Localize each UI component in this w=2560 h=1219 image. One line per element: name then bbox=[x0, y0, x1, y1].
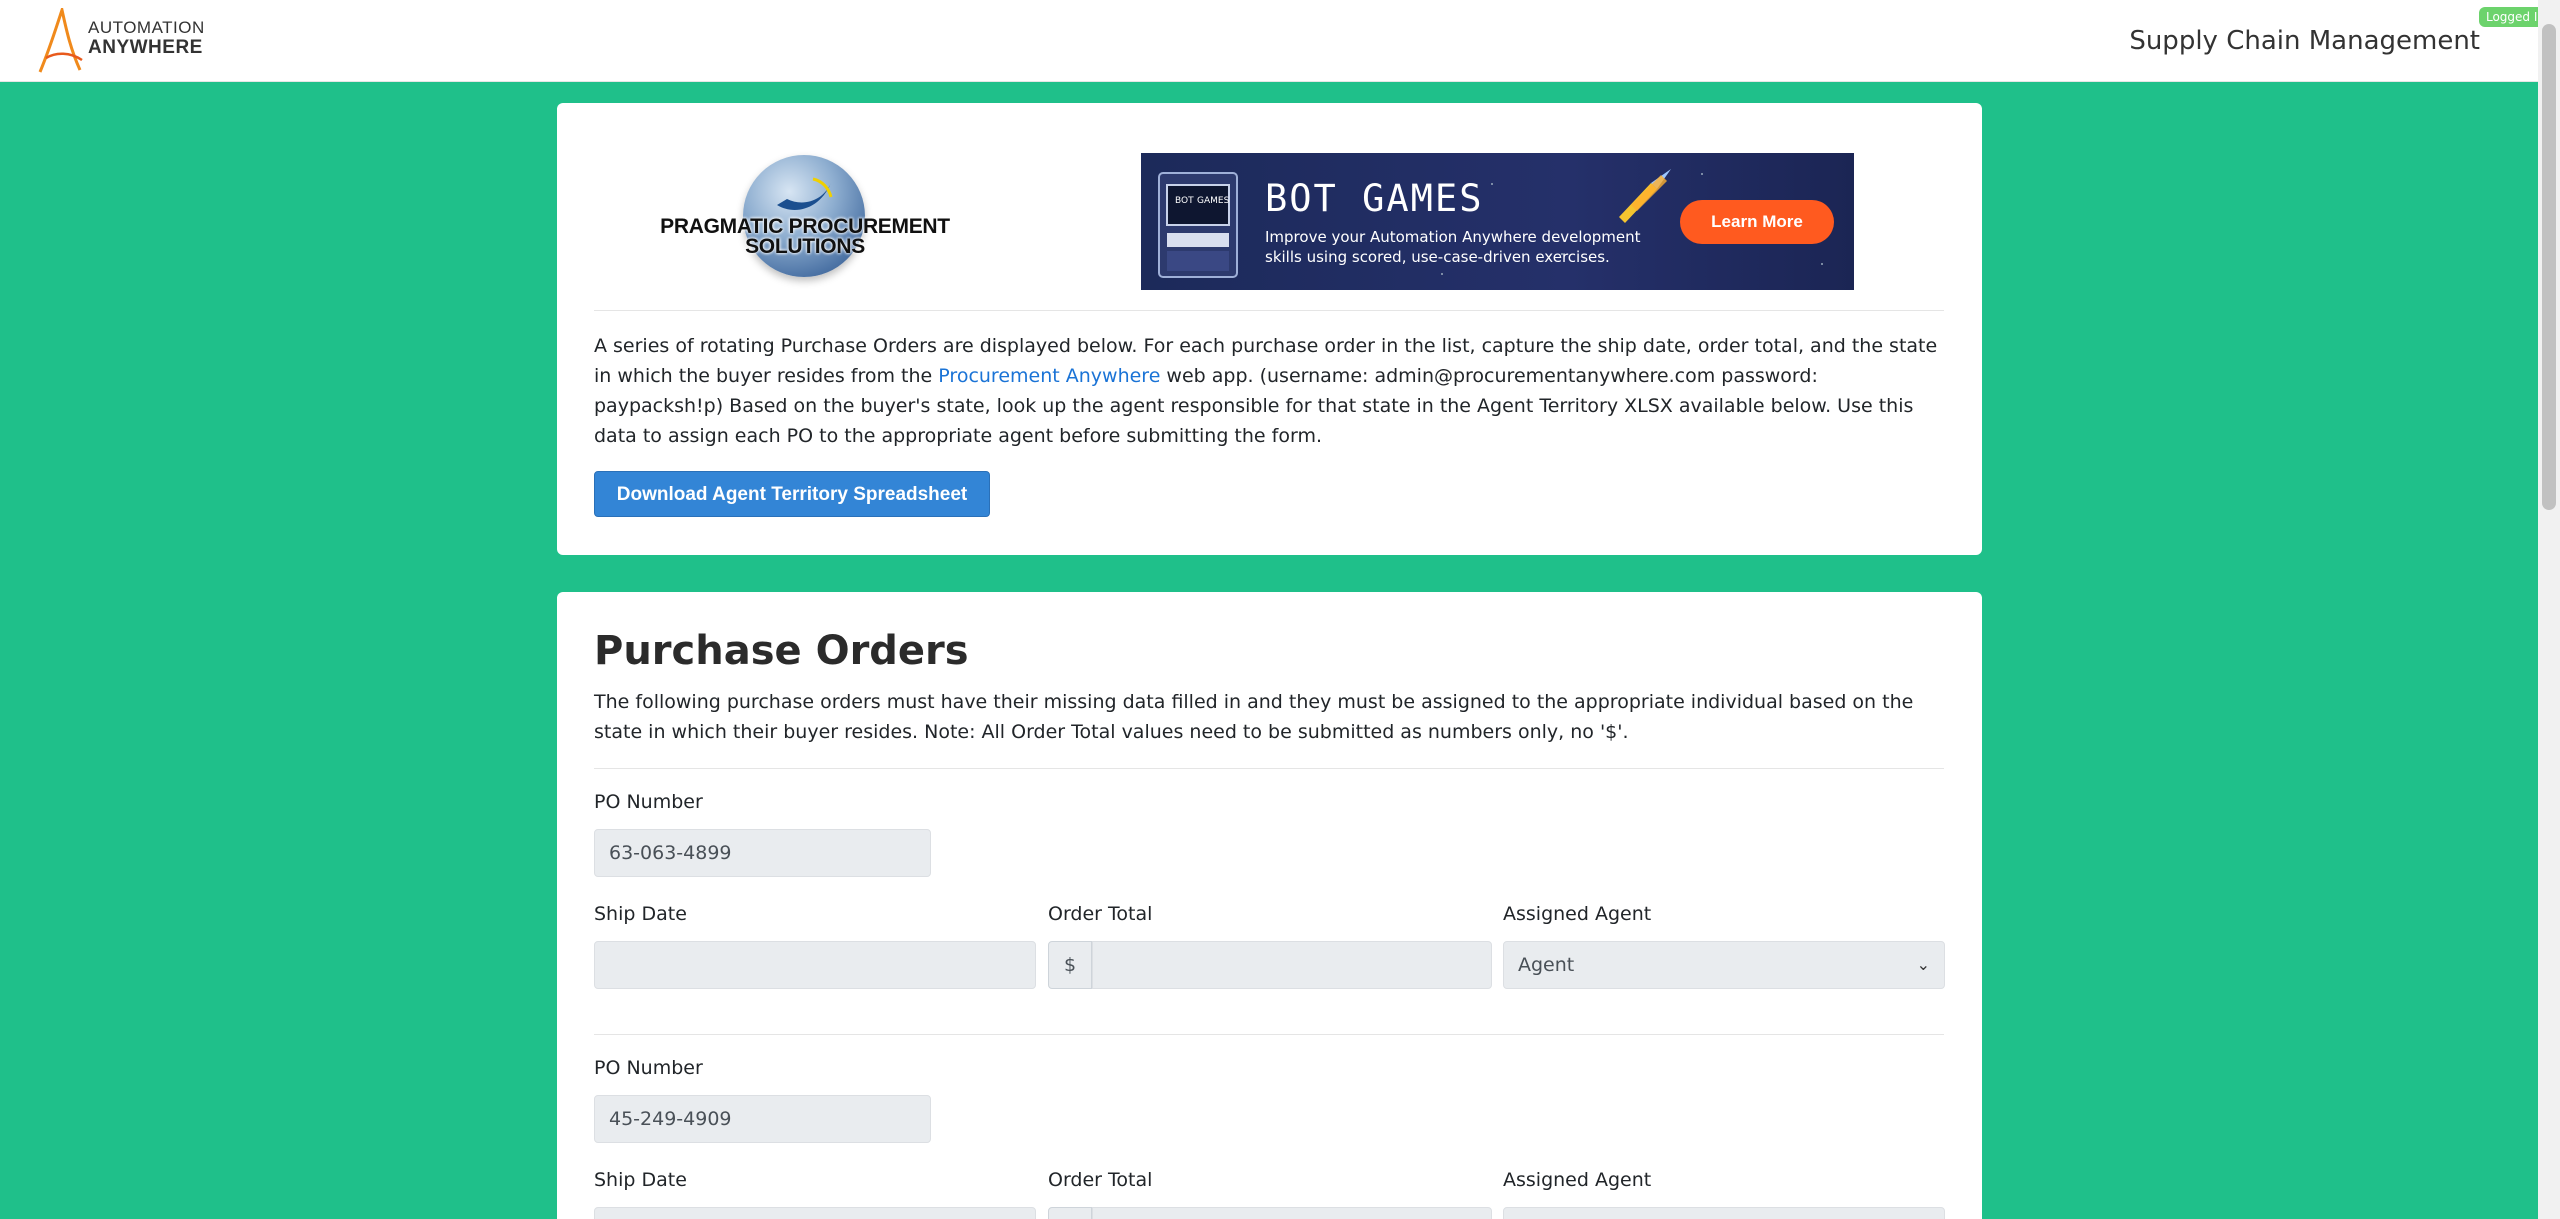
purchase-orders-heading: Purchase Orders bbox=[594, 628, 969, 674]
order-total-input[interactable] bbox=[1092, 941, 1492, 989]
app-title: Supply Chain Management bbox=[2129, 26, 2480, 56]
po-number-label: PO Number bbox=[594, 791, 703, 813]
banner-title: BOT GAMES bbox=[1265, 177, 1484, 220]
ship-date-label: Ship Date bbox=[594, 903, 687, 925]
divider bbox=[594, 1034, 1944, 1035]
rockets-icon bbox=[1619, 169, 1671, 223]
banner-subtitle: Improve your Automation Anywhere develop… bbox=[1265, 228, 1641, 266]
assigned-agent-label: Assigned Agent bbox=[1503, 903, 1652, 925]
download-spreadsheet-button[interactable]: Download Agent Territory Spreadsheet bbox=[594, 471, 990, 517]
learn-more-button[interactable]: Learn More bbox=[1680, 200, 1834, 244]
company-name-line1: PRAGMATIC PROCUREMENT bbox=[660, 215, 950, 238]
svg-text:BOT: BOT bbox=[1175, 196, 1194, 206]
po-number-field: 63-063-4899 bbox=[594, 829, 931, 877]
page-scrollbar[interactable] bbox=[2538, 0, 2560, 1219]
assigned-agent-select[interactable] bbox=[1503, 1207, 1945, 1219]
ship-date-label: Ship Date bbox=[594, 1169, 687, 1191]
bot-games-banner[interactable]: BOT GAMES BOT GAMES Improve your Automat… bbox=[1141, 153, 1854, 290]
navbar: AUTOMATION ANYWHERE Supply Chain Managem… bbox=[0, 0, 2538, 82]
intro-card: PRAGMATIC PROCUREMENT SOLUTIONS BOT GAME… bbox=[557, 103, 1982, 555]
order-total-label: Order Total bbox=[1048, 1169, 1153, 1191]
ship-date-input[interactable] bbox=[594, 941, 1036, 989]
ship-date-input[interactable] bbox=[594, 1207, 1036, 1219]
order-total-input[interactable] bbox=[1092, 1207, 1492, 1219]
assigned-agent-label: Assigned Agent bbox=[1503, 1169, 1652, 1191]
procurement-anywhere-link[interactable]: Procurement Anywhere bbox=[938, 365, 1160, 387]
logo-a-icon bbox=[38, 8, 83, 73]
purchase-orders-card: Purchase Orders The following purchase o… bbox=[557, 592, 1982, 1219]
instructions-text: A series of rotating Purchase Orders are… bbox=[594, 335, 1938, 447]
po-number-label: PO Number bbox=[594, 1057, 703, 1079]
arcade-machine-icon: BOT GAMES bbox=[1158, 172, 1238, 278]
logo-line2: ANYWHERE bbox=[88, 37, 203, 58]
automation-anywhere-logo[interactable]: AUTOMATION ANYWHERE bbox=[36, 8, 216, 74]
po-number-field: 45-249-4909 bbox=[594, 1095, 931, 1143]
svg-text:GAMES: GAMES bbox=[1197, 196, 1230, 206]
divider bbox=[594, 768, 1944, 769]
currency-prefix: $ bbox=[1048, 941, 1092, 989]
company-name-line2: SOLUTIONS bbox=[745, 235, 865, 258]
currency-prefix bbox=[1048, 1207, 1092, 1219]
scrollbar-thumb[interactable] bbox=[2542, 24, 2556, 510]
order-total-label: Order Total bbox=[1048, 903, 1153, 925]
logo-line1: AUTOMATION bbox=[88, 18, 205, 37]
company-logo: PRAGMATIC PROCUREMENT SOLUTIONS bbox=[660, 151, 950, 281]
divider bbox=[594, 310, 1944, 311]
assigned-agent-select[interactable]: Agent ⌄ bbox=[1503, 941, 1945, 989]
purchase-orders-description: The following purchase orders must have … bbox=[594, 691, 1914, 743]
chevron-down-icon: ⌄ bbox=[1916, 955, 1930, 974]
swoosh-icon bbox=[777, 177, 833, 210]
